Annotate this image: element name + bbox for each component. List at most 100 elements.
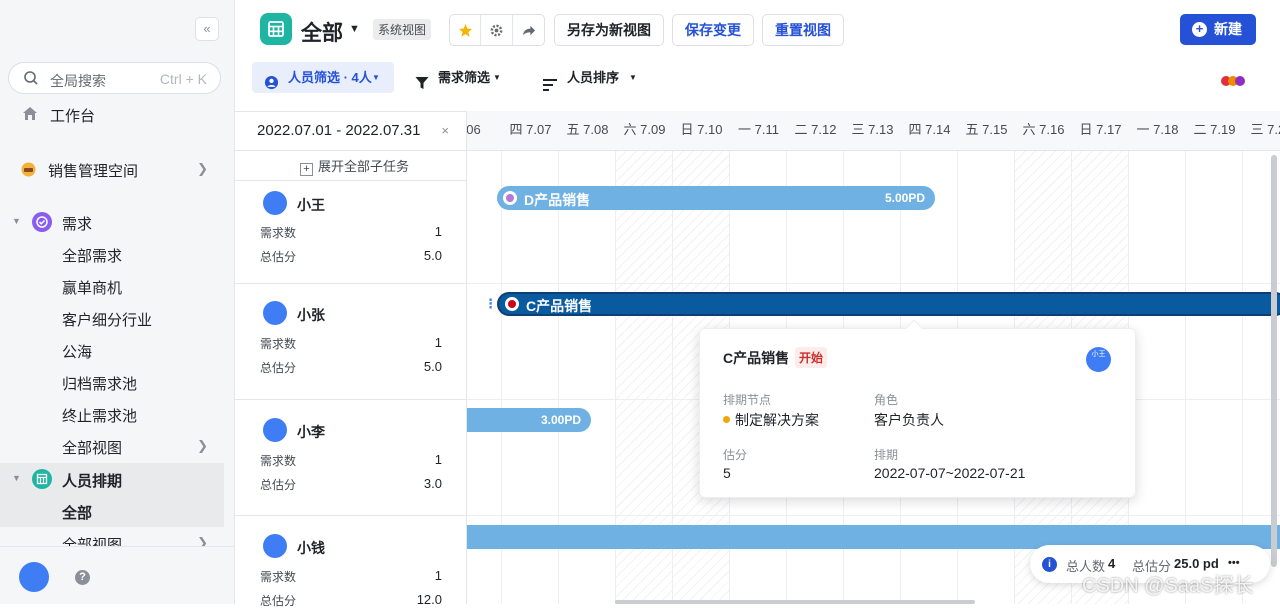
nav-item-terminated[interactable]: 终止需求池 — [0, 398, 224, 430]
nav-section-requirements[interactable]: ▼ 需求 — [0, 206, 224, 238]
gear-icon[interactable] — [481, 15, 513, 45]
save-changes-button[interactable]: 保存变更 — [672, 14, 754, 46]
plus-box-icon: + — [300, 163, 313, 176]
drag-handle-icon[interactable]: ⋮ — [484, 296, 497, 312]
count-value: 1 — [434, 568, 442, 583]
nav-sales-space-label: 销售管理空间 — [48, 163, 139, 180]
people-sort-label: 人员排序 — [567, 70, 620, 85]
score-label: 总估分 — [260, 361, 297, 375]
day-header: 五 7.08 — [559, 111, 616, 151]
count-label: 需求数 — [260, 454, 297, 468]
main-area: 全部 ▼ 系统视图 另存为新视图 保存变更 重置视图 + 新建 人员筛选 · 4… — [235, 0, 1280, 608]
day-header: 一 7.11 — [730, 111, 787, 151]
vertical-scrollbar[interactable] — [1271, 155, 1277, 567]
expand-subtasks-button[interactable]: + 展开全部子任务 — [300, 156, 409, 176]
task-popup: C产品销售 开始 小王 排期节点 制定解决方案 角色 客户负责人 估分 5 排期… — [699, 319, 1136, 498]
collapse-sidebar-button[interactable]: « — [195, 17, 219, 41]
new-button[interactable]: + 新建 — [1180, 14, 1256, 45]
space-emoji-icon — [20, 161, 37, 182]
person-name: 小李 — [297, 424, 325, 440]
day-header: 日 7.17 — [1072, 111, 1129, 151]
nav-sales-space[interactable]: 销售管理空间 ❯ — [0, 153, 224, 185]
status-badge: 开始 — [795, 347, 828, 368]
nav-workbench[interactable]: 工作台 — [0, 98, 224, 130]
nav-item-archived[interactable]: 归档需求池 — [0, 366, 224, 398]
task-bar-d-product[interactable]: D产品销售 5.00PD — [497, 186, 935, 210]
nav-item-label: 终止需求池 — [62, 408, 138, 425]
color-legend-dots[interactable] — [1221, 73, 1245, 91]
node-value-text: 制定解决方案 — [735, 412, 819, 428]
share-icon[interactable] — [513, 15, 544, 45]
role-value: 客户负责人 — [874, 412, 944, 428]
sidebar: « 全局搜索 Ctrl + K 工作台 销售管理空间 ❯ ▼ 需求 全部需求 赢… — [0, 0, 235, 604]
nav-item-all-schedule[interactable]: 全部 — [0, 495, 224, 527]
more-icon[interactable]: ••• — [1228, 557, 1240, 569]
person-name: 小王 — [297, 197, 325, 213]
caret-down-icon: ▼ — [493, 73, 501, 82]
nav-item-all-requirements[interactable]: 全部需求 — [0, 238, 224, 270]
task-bar-third[interactable]: 3.00PD — [467, 408, 591, 432]
save-as-new-view-button[interactable]: 另存为新视图 — [554, 14, 664, 46]
person-row[interactable]: 小王 需求数 1 总估分 5.0 — [235, 180, 467, 283]
person-row[interactable]: 小李 需求数 1 总估分 3.0 — [235, 399, 467, 515]
day-header: 四 7.14 — [901, 111, 958, 151]
score-label: 总估分 — [260, 250, 297, 264]
purple-dot-icon — [1235, 76, 1245, 86]
people-filter[interactable]: 人员筛选 · 4人 ▼ — [252, 62, 394, 93]
nav-item-won-deals[interactable]: 赢单商机 — [0, 270, 224, 302]
nav-item-label: 公海 — [62, 344, 93, 361]
person-icon — [264, 70, 279, 101]
help-icon[interactable]: ? — [75, 570, 90, 585]
nav-item-label: 全部视图 — [62, 440, 123, 457]
yellow-dot-icon — [723, 416, 730, 423]
star-icon[interactable] — [450, 15, 482, 45]
person-name: 小钱 — [297, 540, 325, 556]
requirement-filter-label: 需求筛选 — [438, 70, 491, 85]
caret-down-icon[interactable]: ▼ — [349, 23, 360, 35]
score-value: 5.0 — [423, 359, 442, 374]
clear-date-icon[interactable]: × — [441, 112, 449, 150]
popup-avatar[interactable]: 小王 — [1086, 347, 1111, 372]
nav-item-label: 归档需求池 — [62, 376, 138, 393]
score-label: 总估分 — [260, 478, 297, 492]
person-row[interactable]: 小钱 需求数 1 总估分 12.0 — [235, 515, 467, 608]
user-avatar[interactable] — [19, 562, 49, 592]
person-row[interactable]: 小张 需求数 1 总估分 5.0 — [235, 283, 467, 399]
node-value: 制定解决方案 — [723, 410, 819, 430]
day-header: 日 7.10 — [673, 111, 730, 151]
global-search[interactable]: 全局搜索 Ctrl + K — [8, 62, 221, 94]
count-label: 需求数 — [260, 226, 297, 240]
count-value: 1 — [434, 224, 442, 239]
plus-icon: + — [1192, 22, 1207, 37]
nav-item-label: 客户细分行业 — [62, 312, 153, 329]
task-bar-c-product[interactable]: C产品销售 — [497, 292, 1280, 316]
date-range-label: 2022.07.01 - 2022.07.31 — [257, 122, 421, 139]
row-divider — [467, 515, 1280, 516]
sidebar-footer: ? — [0, 546, 234, 604]
search-placeholder: 全局搜索 — [50, 73, 106, 89]
day-header: 六 7.09 — [616, 111, 673, 151]
horizontal-scrollbar[interactable] — [615, 600, 975, 604]
nav-item-label: 全部 — [62, 505, 93, 522]
reset-view-button[interactable]: 重置视图 — [762, 14, 844, 46]
info-icon: i — [1042, 557, 1057, 572]
nav-item-customer-industry[interactable]: 客户细分行业 — [0, 302, 224, 334]
role-label: 角色 — [874, 393, 899, 407]
caret-down-icon: ▼ — [372, 73, 380, 82]
schedule-icon — [32, 469, 52, 489]
row-divider — [467, 283, 1280, 284]
requirement-filter[interactable]: 需求筛选 ▼ — [415, 62, 515, 93]
avatar — [263, 418, 287, 442]
person-name: 小张 — [297, 307, 325, 323]
nav-section-label: 需求 — [62, 216, 93, 233]
nav-item-public-pool[interactable]: 公海 — [0, 334, 224, 366]
requirements-icon — [32, 212, 52, 232]
nav-item-all-views[interactable]: 全部视图 ❯ — [0, 430, 224, 462]
popup-title: C产品销售 — [723, 350, 790, 366]
people-sort[interactable]: 人员排序 ▼ — [543, 62, 643, 93]
day-header: 六 7.16 — [1015, 111, 1072, 151]
nav-section-staff-schedule[interactable]: ▼ 人员排期 — [0, 463, 224, 495]
page-title: 全部 — [301, 22, 343, 45]
date-range-picker[interactable]: 2022.07.01 - 2022.07.31 × — [235, 111, 467, 151]
count-label: 需求数 — [260, 570, 297, 584]
